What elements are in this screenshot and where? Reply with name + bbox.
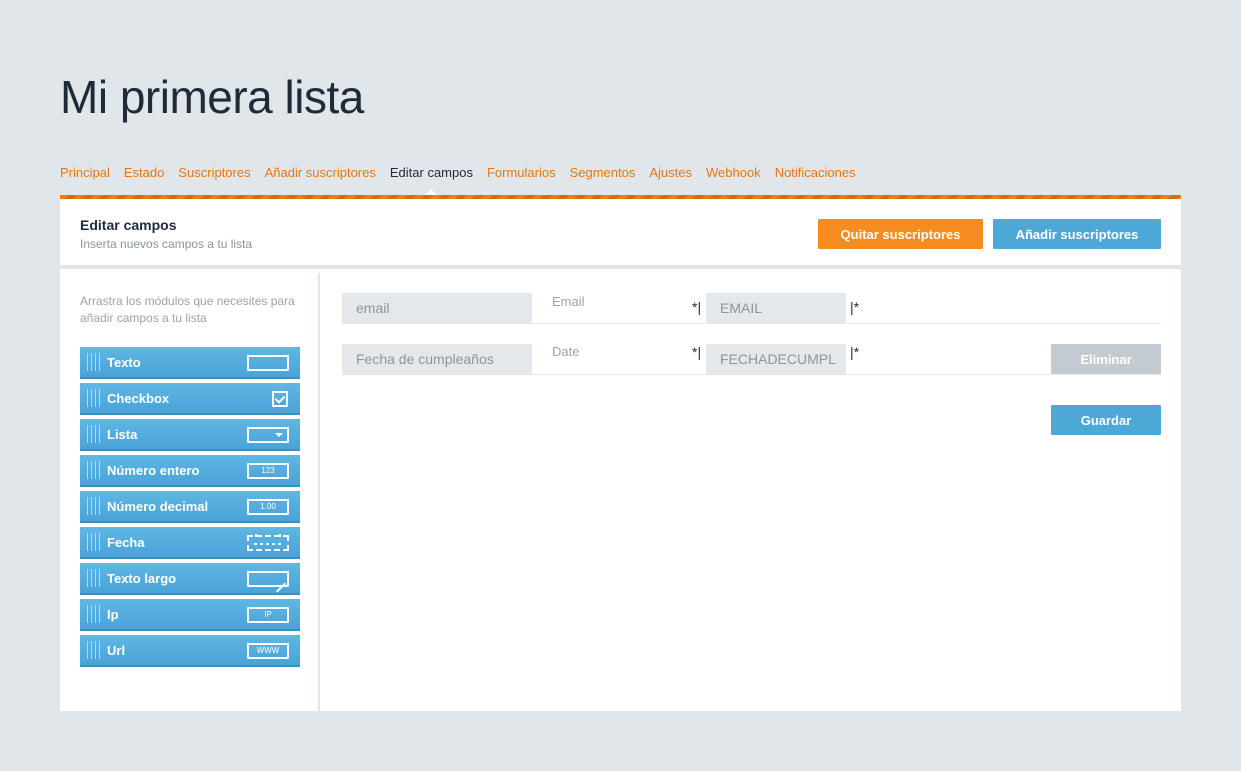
panel-subtitle: Inserta nuevos campos a tu lista	[80, 237, 253, 251]
module-numero-decimal[interactable]: Número decimal 1.00	[80, 491, 300, 523]
decimal-icon: 1.00	[247, 499, 289, 515]
tab-ajustes[interactable]: Ajustes	[649, 165, 692, 180]
field-name-input[interactable]: email	[342, 293, 532, 323]
textarea-icon	[247, 571, 289, 587]
field-row-email: email Email *| EMAIL |*	[342, 273, 1161, 324]
module-list: Texto Checkbox Lista Número entero 123 N…	[80, 347, 300, 671]
tab-formularios[interactable]: Formularios	[487, 165, 556, 180]
drag-handle-icon[interactable]	[87, 425, 101, 443]
module-url[interactable]: Url WWW	[80, 635, 300, 667]
drag-handle-icon[interactable]	[87, 605, 101, 623]
drag-handle-icon[interactable]	[87, 389, 101, 407]
checkbox-icon	[272, 391, 288, 407]
delete-field-button[interactable]: Eliminar	[1051, 344, 1161, 374]
module-label: Url	[107, 643, 126, 658]
module-label: Lista	[107, 427, 138, 442]
merge-tag-input[interactable]: EMAIL	[706, 293, 846, 323]
tab-suscriptores[interactable]: Suscriptores	[178, 165, 250, 180]
drag-handle-icon[interactable]	[87, 533, 101, 551]
module-fecha[interactable]: Fecha	[80, 527, 300, 559]
calendar-icon	[247, 534, 289, 551]
merge-tag-suffix: |*	[850, 299, 860, 315]
drag-handle-icon[interactable]	[87, 353, 101, 371]
merge-tag-prefix: *|	[692, 299, 702, 315]
module-checkbox[interactable]: Checkbox	[80, 383, 300, 415]
tab-notificaciones[interactable]: Notificaciones	[775, 165, 856, 180]
module-label: Número entero	[107, 463, 200, 478]
module-label: Ip	[107, 607, 119, 622]
sidebar-hint: Arrastra los módulos que necesites para …	[80, 294, 295, 325]
url-icon: WWW	[247, 643, 289, 659]
merge-tag-suffix: |*	[850, 344, 860, 360]
field-type-label: Email	[552, 294, 585, 309]
tab-editar-campos[interactable]: Editar campos	[390, 165, 473, 180]
tab-bar: Principal Estado Suscriptores Añadir sus…	[60, 165, 870, 180]
module-ip[interactable]: Ip IP	[80, 599, 300, 631]
edit-fields-panel: Editar campos Inserta nuevos campos a tu…	[60, 199, 1181, 711]
module-label: Checkbox	[107, 391, 170, 406]
page-title: Mi primera lista	[60, 71, 364, 123]
module-label: Número decimal	[107, 499, 209, 514]
tab-anadir-suscriptores[interactable]: Añadir suscriptores	[265, 165, 376, 180]
module-label: Texto largo	[107, 571, 177, 586]
field-name-input[interactable]: Fecha de cumpleaños	[342, 344, 532, 374]
module-lista[interactable]: Lista	[80, 419, 300, 451]
module-label: Fecha	[107, 535, 145, 550]
module-label: Texto	[107, 355, 141, 370]
panel-title: Editar campos	[80, 217, 177, 233]
fields-list: email Email *| EMAIL |* Fecha de cumplea…	[342, 273, 1161, 711]
module-texto[interactable]: Texto	[80, 347, 300, 379]
remove-subscribers-button[interactable]: Quitar suscriptores	[818, 219, 983, 249]
tab-estado[interactable]: Estado	[124, 165, 164, 180]
module-texto-largo[interactable]: Texto largo	[80, 563, 300, 595]
field-row-birthday: Fecha de cumpleaños Date *| FECHADECUMPL…	[342, 324, 1161, 375]
tab-segmentos[interactable]: Segmentos	[570, 165, 636, 180]
ip-icon: IP	[247, 607, 289, 623]
panel-header: Editar campos Inserta nuevos campos a tu…	[60, 199, 1181, 269]
merge-tag-prefix: *|	[692, 344, 702, 360]
field-modules-sidebar: Arrastra los módulos que necesites para …	[60, 273, 320, 711]
save-button[interactable]: Guardar	[1051, 405, 1161, 435]
drag-handle-icon[interactable]	[87, 641, 101, 659]
add-subscribers-button[interactable]: Añadir suscriptores	[993, 219, 1161, 249]
module-numero-entero[interactable]: Número entero 123	[80, 455, 300, 487]
tab-principal[interactable]: Principal	[60, 165, 110, 180]
tab-webhook[interactable]: Webhook	[706, 165, 761, 180]
field-type-label: Date	[552, 344, 580, 359]
drag-handle-icon[interactable]	[87, 461, 101, 479]
dropdown-icon	[247, 427, 289, 443]
drag-handle-icon[interactable]	[87, 497, 101, 515]
integer-icon: 123	[247, 463, 289, 479]
text-field-icon	[247, 355, 289, 371]
merge-tag-input[interactable]: FECHADECUMPL	[706, 344, 846, 374]
drag-handle-icon[interactable]	[87, 569, 101, 587]
